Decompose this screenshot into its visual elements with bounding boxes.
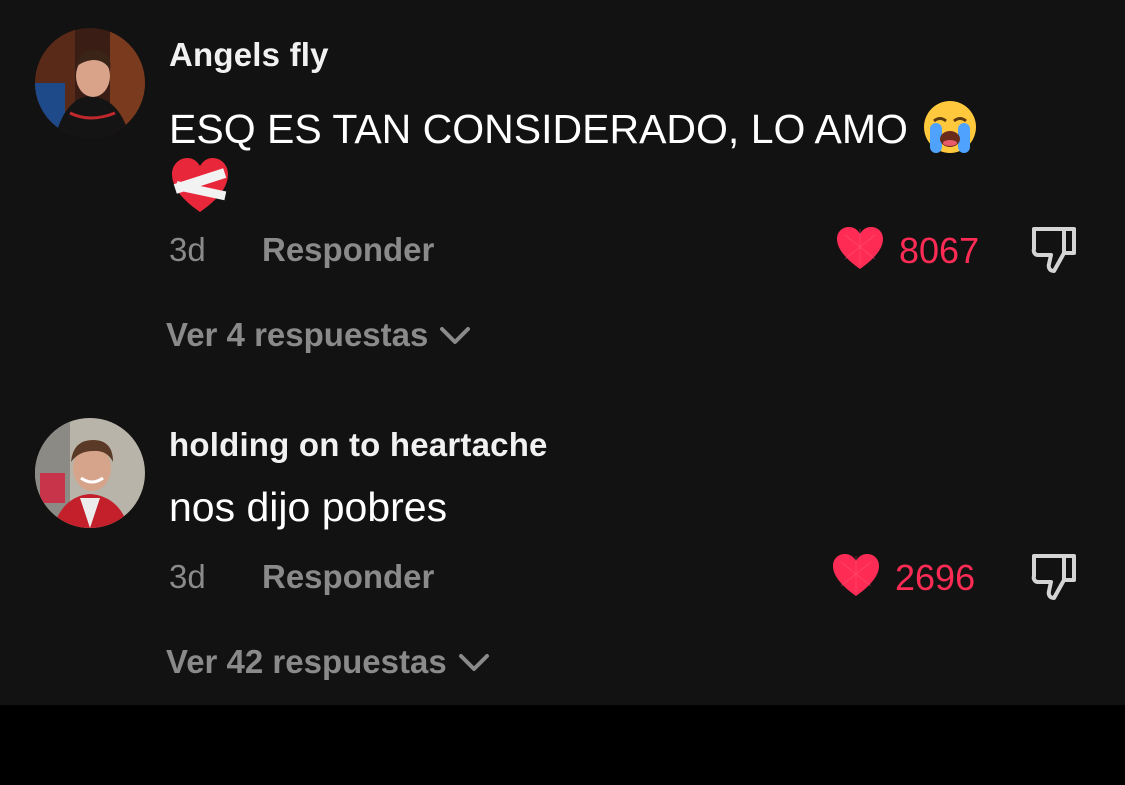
like-count: 8067	[899, 229, 980, 271]
bottom-bar	[0, 705, 1125, 785]
comment-username[interactable]: holding on to heartache	[169, 426, 548, 464]
like-button[interactable]: 8067	[835, 225, 979, 276]
dislike-button[interactable]	[1028, 223, 1080, 280]
chevron-down-icon	[428, 316, 472, 354]
view-replies-label: Ver 4 respuestas	[166, 316, 429, 353]
reply-button[interactable]: Responder	[262, 558, 434, 596]
loudly-crying-face-icon	[922, 99, 978, 165]
reply-button[interactable]: Responder	[262, 231, 434, 269]
dislike-button[interactable]	[1028, 550, 1080, 607]
avatar[interactable]	[35, 418, 145, 528]
comment-username[interactable]: Angels fly	[169, 36, 329, 74]
mending-heart-icon	[170, 156, 230, 219]
like-count: 2696	[895, 556, 976, 598]
comment-text: ESQ ES TAN CONSIDERADO, LO AMO	[169, 99, 978, 165]
comment-text: nos dijo pobres	[169, 484, 448, 530]
like-button[interactable]: 2696	[831, 552, 975, 603]
thumbs-down-icon	[1028, 554, 1080, 606]
heart-icon	[831, 552, 881, 603]
thumbs-down-icon	[1028, 227, 1080, 279]
heart-icon	[835, 225, 885, 276]
comment-timestamp: 3d	[169, 558, 206, 595]
comment-timestamp: 3d	[169, 231, 206, 268]
avatar[interactable]	[35, 28, 145, 138]
comments-panel: Angels fly ESQ ES TAN CONSIDERADO, LO AM…	[0, 0, 1125, 705]
view-replies-button[interactable]: Ver 42 respuestas	[166, 643, 491, 681]
comment-text-body: ESQ ES TAN CONSIDERADO, LO AMO	[169, 105, 908, 152]
view-replies-label: Ver 42 respuestas	[166, 643, 447, 680]
chevron-down-icon	[447, 643, 491, 681]
view-replies-button[interactable]: Ver 4 respuestas	[166, 316, 472, 354]
